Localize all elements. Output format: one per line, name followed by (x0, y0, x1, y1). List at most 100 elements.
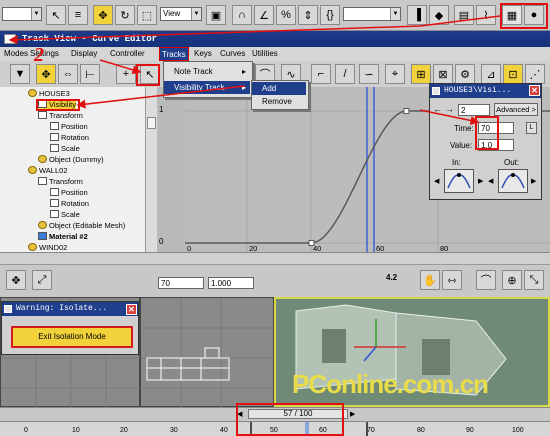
tree-item-scale[interactable]: Scale (50, 209, 80, 220)
reference-coordinate-combo[interactable]: View ▼ (160, 7, 202, 21)
menu-curves[interactable]: Curves (220, 47, 245, 61)
menu-display[interactable]: Display (71, 47, 97, 61)
zoom-region-icon[interactable]: ⊕ (502, 270, 522, 290)
filters-icon[interactable]: ▼ (10, 64, 30, 84)
tree-item-wall02[interactable]: WALL02 (28, 165, 68, 176)
tree-item-rotation[interactable]: Rotation (50, 198, 89, 209)
slide-keys-icon[interactable]: ⇔ (58, 64, 78, 84)
spinner-snap-icon[interactable]: ⇕ (298, 5, 318, 25)
menu-item-visibility-track[interactable]: Visibility Track ▸ (164, 81, 250, 94)
lock-key-button[interactable]: L (526, 122, 537, 134)
controller-tree: HOUSE3 Visibility Transform Position Rot… (0, 87, 146, 252)
tree-item-label: Position (61, 122, 88, 131)
submenu-item-add[interactable]: Add (252, 82, 306, 95)
in-prev-icon[interactable]: ◀ (434, 177, 439, 185)
layer-icon[interactable]: ▤ (454, 5, 474, 25)
track-icon (38, 177, 47, 185)
perspective-viewport[interactable]: PConline.com.cn (274, 297, 550, 407)
move-icon[interactable]: ✥ (93, 5, 113, 25)
zoom-horizontal-icon[interactable]: ⇿ (442, 270, 462, 290)
prev-key-icon[interactable]: ← (433, 104, 442, 114)
parameter-curve-icon[interactable]: ⊠ (433, 64, 453, 84)
close-icon[interactable]: ✕ (529, 85, 540, 96)
pivot-icon[interactable]: ▣ (206, 5, 226, 25)
key-dialog-title: HOUSE3\Visi... (444, 86, 512, 95)
zoom-extents-icon[interactable]: ⤢ (32, 270, 52, 290)
menu-tracks[interactable]: Tracks (159, 47, 189, 61)
menu-modes[interactable]: Modes (4, 47, 28, 61)
menu-utilities[interactable]: Utilities (252, 47, 278, 61)
scrollbar-thumb[interactable] (147, 117, 156, 129)
lock-selection-icon[interactable]: ⌖ (385, 64, 405, 84)
tree-item-transform[interactable]: Transform (38, 110, 83, 121)
tangent-linear-icon[interactable]: / (335, 64, 355, 84)
in-tangent-button[interactable] (444, 169, 474, 193)
menu-controller[interactable]: Controller (110, 47, 145, 61)
object-icon (28, 166, 37, 174)
exit-isolation-mode-button[interactable]: Exit Isolation Mode (11, 326, 133, 348)
next-key-icon[interactable]: → (445, 104, 454, 114)
move-keys-icon[interactable]: ✥ (36, 64, 56, 84)
selected-key-value-field[interactable]: 1.000 (208, 277, 254, 289)
add-keys-icon[interactable]: + (116, 64, 136, 84)
angle-snap-icon[interactable]: ∠ (254, 5, 274, 25)
main-toolbar: ▼ ↖ ≡ ✥ ↻ ⬚ View ▼ ▣ ∩ ∠ % ⇕ {} ▼ ▐ ◆ ▤ ⌇… (0, 0, 550, 31)
tree-item-wind02[interactable]: WIND02 (28, 242, 67, 252)
tangent-step-icon[interactable]: ⌐ (311, 64, 331, 84)
show-all-tangents-icon[interactable]: ⊿ (481, 64, 501, 84)
curve-editor-icon[interactable]: ⌇ (476, 5, 496, 25)
show-keyable-icon[interactable]: ⚙ (455, 64, 475, 84)
named-selection-icon[interactable]: {} (320, 5, 340, 25)
pan-view-icon[interactable]: ✋ (420, 270, 440, 290)
submenu-item-remove[interactable]: Remove (252, 95, 306, 108)
track-view-title-bar: Track View - Curve Editor (0, 31, 550, 47)
advanced-button[interactable]: Advanced > (494, 103, 538, 116)
scale-icon[interactable]: ⬚ (137, 5, 157, 25)
scale-keys-icon[interactable]: ⊢ (80, 64, 100, 84)
key-dialog-title-bar: HOUSE3\Visi... (430, 84, 541, 98)
in-next-icon[interactable]: ▶ (478, 177, 483, 185)
snap-icon[interactable]: ∩ (232, 5, 252, 25)
snap-frames-icon[interactable]: ⊞ (411, 64, 431, 84)
tree-item-transform[interactable]: Transform (38, 176, 83, 187)
key-index-field[interactable]: 2 (458, 104, 490, 116)
align-icon[interactable]: ◆ (429, 5, 449, 25)
tree-item-position[interactable]: Position (50, 121, 88, 132)
menu-item-note-track[interactable]: Note Track ▸ (164, 65, 250, 78)
close-icon[interactable]: ✕ (126, 304, 137, 315)
out-next-icon[interactable]: ▶ (531, 177, 536, 185)
tree-item-position[interactable]: Position (50, 187, 88, 198)
tree-item-material[interactable]: Material #2 (38, 231, 88, 242)
tree-item-scale[interactable]: Scale (50, 143, 80, 154)
percent-snap-icon[interactable]: % (276, 5, 296, 25)
warning-title-bar: Warning: Isolate... (2, 302, 138, 316)
select-icon[interactable]: ↖ (46, 5, 66, 25)
out-prev-icon[interactable]: ◀ (488, 177, 493, 185)
mirror-icon[interactable]: ▐ (407, 5, 427, 25)
selected-key-time-field[interactable]: 70 (158, 277, 204, 289)
tree-item-label: Scale (61, 144, 80, 153)
lock-tangents-icon[interactable]: ⊡ (503, 64, 523, 84)
menu-keys[interactable]: Keys (194, 47, 212, 61)
visibility-key[interactable] (403, 108, 410, 114)
rotate-icon[interactable]: ↻ (115, 5, 135, 25)
out-tangent-button[interactable] (498, 169, 528, 193)
front-viewport[interactable] (140, 297, 275, 408)
named-selection-combo[interactable]: ▼ (343, 7, 401, 21)
object-icon (38, 155, 47, 163)
time-next-icon[interactable]: ▶ (350, 410, 355, 418)
pan-icon[interactable]: ✥ (6, 270, 26, 290)
tree-item-rotation[interactable]: Rotation (50, 132, 89, 143)
maximize-view-icon[interactable]: ⤡ (524, 270, 544, 290)
track-view-app-icon (4, 34, 16, 44)
track-icon (50, 210, 59, 218)
tree-item-object-dummy[interactable]: Object (Dummy) (38, 154, 104, 165)
select-name-icon[interactable]: ≡ (68, 5, 88, 25)
tree-item-object-editable-mesh[interactable]: Object (Editable Mesh) (38, 220, 125, 231)
tangent-smooth-icon[interactable]: ∽ (359, 64, 379, 84)
time-label: Time: (454, 124, 474, 133)
tree-item-house3[interactable]: HOUSE3 (28, 88, 70, 99)
selection-filter-combo[interactable]: ▼ (2, 7, 42, 21)
zoom-value-icon[interactable]: ⌒ (476, 270, 496, 290)
properties-icon[interactable]: ⋰ (525, 64, 545, 84)
